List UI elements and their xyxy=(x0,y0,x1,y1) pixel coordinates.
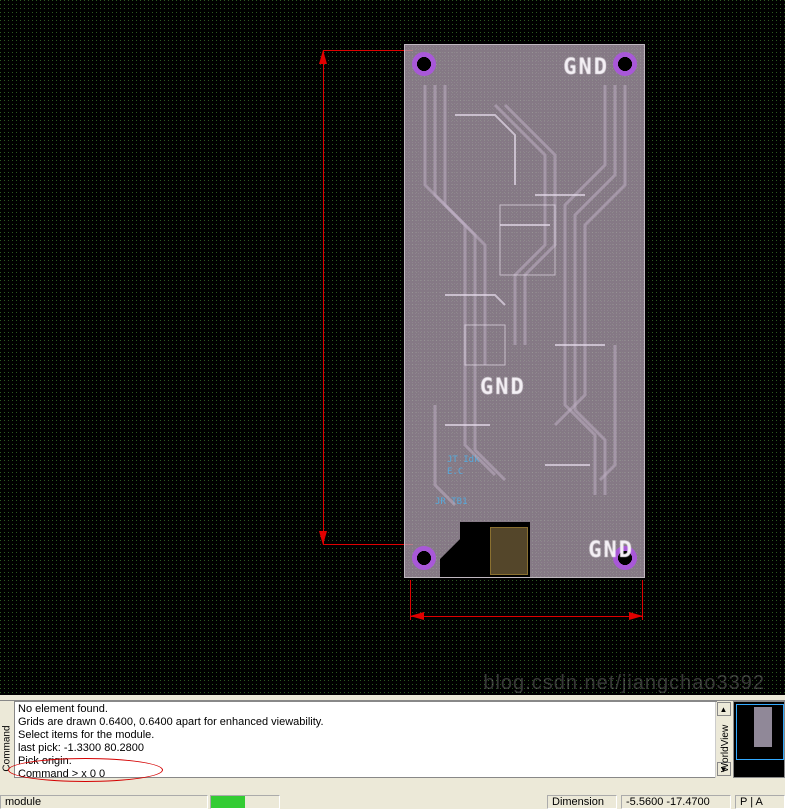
pcb-canvas[interactable]: GND GND GND JT Idk E.C JR TB1 xyxy=(0,0,785,695)
dimension-arrow-down xyxy=(319,531,327,545)
worldview-viewport-rect[interactable] xyxy=(736,704,784,760)
status-dimension-label: Dimension xyxy=(547,795,617,809)
worldview-side-text: WorldView xyxy=(721,725,732,772)
command-side-label-text: Command xyxy=(2,725,13,771)
status-bar: module Dimension -5.5600 -17.4700 P | A xyxy=(0,797,785,809)
dimension-arrow-up xyxy=(319,50,327,64)
log-line: No element found. xyxy=(18,703,713,716)
command-input-value[interactable]: x 0 0 xyxy=(81,768,105,778)
status-mode-buttons[interactable]: P | A xyxy=(735,795,785,809)
log-line: Grids are drawn 0.6400, 0.6400 apart for… xyxy=(18,716,713,729)
dimension-ext-bottom xyxy=(323,544,413,545)
status-coordinates: -5.5600 -17.4700 xyxy=(621,795,731,809)
command-side-label: Command xyxy=(0,701,14,796)
dimension-vertical xyxy=(323,50,324,545)
command-panel: Command No element found. Grids are draw… xyxy=(0,700,785,796)
log-line: Select items for the module. xyxy=(18,729,713,742)
log-line: Pick origin. xyxy=(18,755,713,768)
dimension-arrow-right xyxy=(629,612,643,620)
grid-dots xyxy=(0,0,785,695)
dimension-ext-left xyxy=(410,580,411,620)
pcb-board[interactable]: GND GND GND JT Idk E.C JR TB1 xyxy=(404,44,645,578)
status-module: module xyxy=(0,795,208,809)
command-log[interactable]: No element found. Grids are drawn 0.6400… xyxy=(14,701,717,778)
dimension-arrow-left xyxy=(410,612,424,620)
dimension-ext-right xyxy=(642,580,643,620)
worldview-panel[interactable] xyxy=(733,701,785,778)
command-input-row[interactable]: Command > x 0 0 xyxy=(18,768,713,778)
command-prompt: Command > xyxy=(18,768,78,778)
worldview-side-label: WorldView xyxy=(719,701,733,796)
dimension-ext-top xyxy=(323,50,413,51)
log-line: last pick: -1.3300 80.2800 xyxy=(18,742,713,755)
dimension-horizontal xyxy=(410,616,643,617)
status-progress xyxy=(210,795,280,809)
copper-traces xyxy=(405,45,646,579)
